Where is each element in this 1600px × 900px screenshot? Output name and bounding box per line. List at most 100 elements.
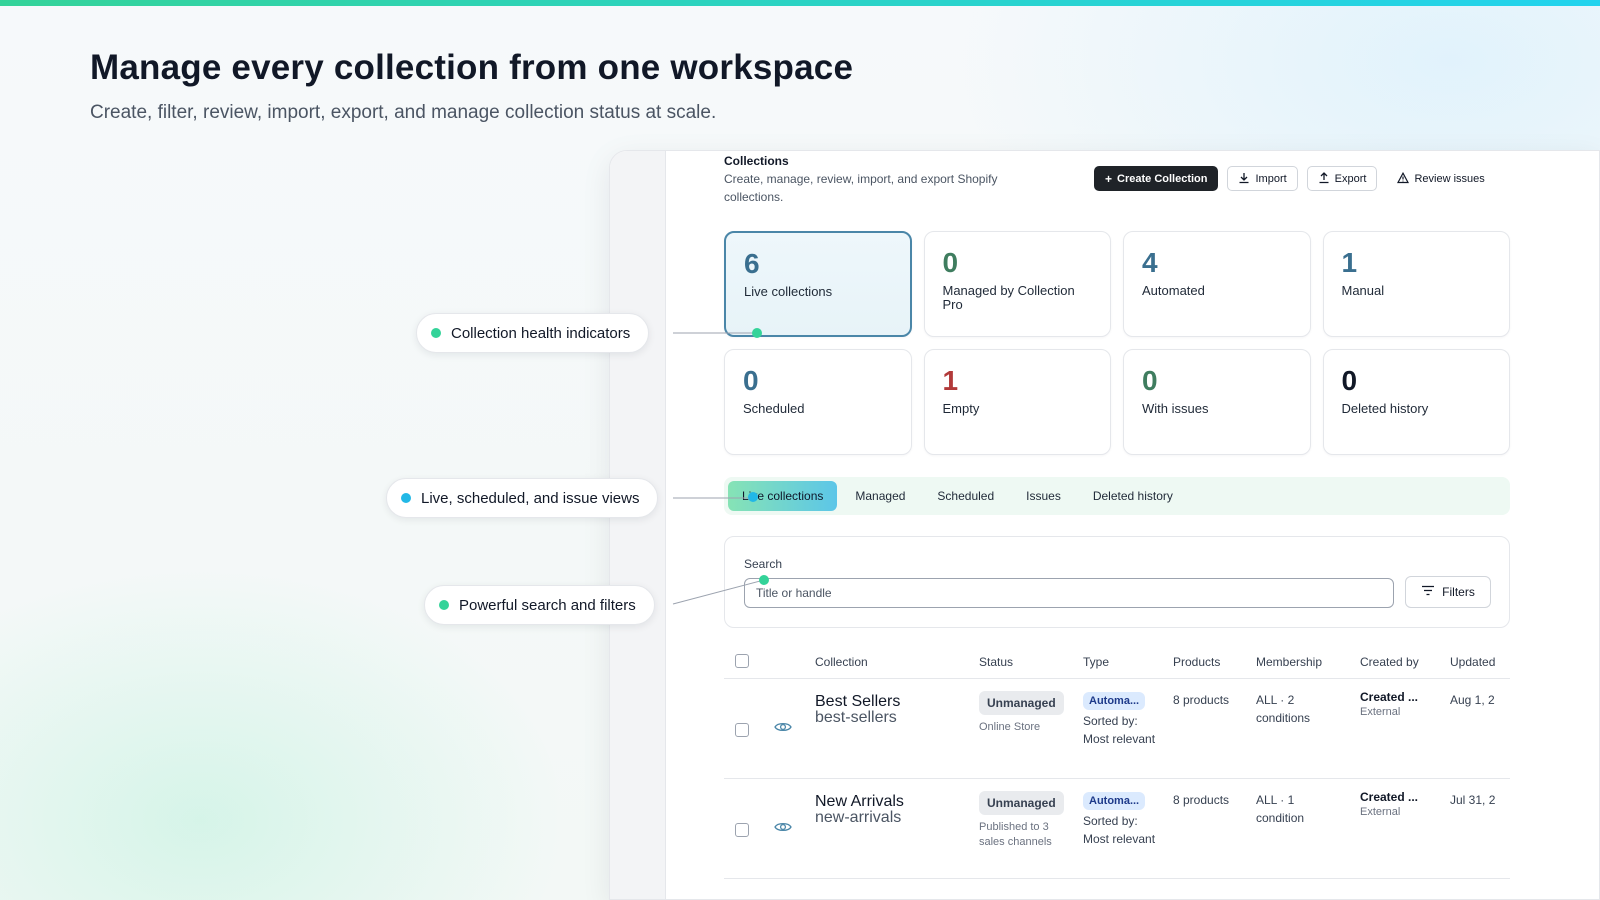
tab-live-collections[interactable]: Live collections (728, 481, 838, 511)
export-label: Export (1334, 172, 1367, 185)
collection-title: Best Sellers (815, 693, 901, 710)
stat-label: Automated (1142, 283, 1205, 298)
hero-title: Manage every collection from one workspa… (90, 48, 854, 87)
create-collection-label: Create Collection (1117, 172, 1208, 185)
export-button[interactable]: Export (1306, 166, 1378, 191)
collection-name-cell[interactable]: New Arrivals new-arrivals (815, 794, 904, 826)
membership-cell: ALL · 2 conditions (1256, 693, 1311, 725)
stat-value: 0 (743, 365, 759, 396)
stat-value: 1 (1341, 247, 1358, 278)
type-cell: Automa... Sorted by: Most relevant (1083, 692, 1159, 748)
upload-icon (1318, 171, 1330, 186)
hero-subtitle: Create, filter, review, import, export, … (90, 102, 717, 123)
warning-icon (1397, 171, 1410, 186)
created-by: Created ... (1360, 690, 1419, 704)
created-by-sub: External (1360, 706, 1401, 718)
create-collection-button[interactable]: + Create Collection (1094, 166, 1219, 191)
stat-card[interactable]: 0 Managed by Collection Pro (923, 231, 1111, 337)
table-header: Collection Status Type Products Membersh… (724, 644, 1510, 679)
created-by: Created ... (1360, 790, 1419, 804)
tab-scheduled[interactable]: Scheduled (923, 481, 1008, 511)
status-cell: Unmanaged Online Store (979, 691, 1075, 735)
stat-value: 6 (744, 248, 760, 279)
page-description: Create, manage, review, import, and expo… (724, 172, 998, 204)
stat-value: 0 (1142, 365, 1158, 396)
select-all-checkbox[interactable] (735, 654, 749, 668)
table-row[interactable]: Best Sellers best-sellers Unmanaged Online … (724, 679, 1510, 779)
collections-page: Collections Create, manage, review, impo… (666, 151, 1599, 899)
created-by-cell: Created ... External (1360, 690, 1440, 718)
column-created-by[interactable]: Created by (1360, 655, 1419, 669)
column-updated[interactable]: Updated (1450, 655, 1510, 669)
callout-dot (439, 600, 449, 610)
collection-handle: new-arrivals (815, 809, 902, 826)
column-type[interactable]: Type (1083, 655, 1109, 669)
column-collection[interactable]: Collection (815, 655, 868, 669)
filter-lines-icon (1421, 585, 1435, 599)
collection-name-cell[interactable]: Best Sellers best-sellers (815, 694, 900, 726)
page-title: Collections (724, 154, 789, 168)
stat-card[interactable]: 1 Manual (1322, 231, 1510, 337)
import-label: Import (1255, 172, 1287, 185)
stat-cards: 6 Live collections 0 Managed by Collection … (724, 231, 1510, 455)
row-checkbox[interactable] (735, 723, 749, 737)
filters-label: Filters (1442, 585, 1475, 599)
type-cell: Automa... Sorted by: Most relevant (1083, 792, 1159, 848)
table-body: Best Sellers best-sellers Unmanaged Online … (724, 679, 1510, 879)
tab-deleted-history[interactable]: Deleted history (1079, 481, 1187, 511)
column-products[interactable]: Products (1173, 655, 1220, 669)
callout-views: Live, scheduled, and issue views (386, 478, 659, 518)
app-window: Collections Create, manage, review, impo… (609, 150, 1600, 900)
search-panel: Search Filters (724, 536, 1510, 628)
updated-cell: Aug 1, 2 (1450, 693, 1495, 707)
view-tabs: Live collections Managed Scheduled Issues De… (724, 477, 1510, 515)
collection-handle: best-sellers (815, 709, 897, 726)
stat-label: With issues (1142, 401, 1209, 416)
callout-dot (401, 493, 411, 503)
review-issues-button[interactable]: Review issues (1386, 166, 1495, 191)
stat-card[interactable]: 4 Automated (1123, 231, 1311, 337)
type-badge: Automa... (1083, 792, 1146, 810)
products-cell: 8 products (1173, 793, 1230, 807)
stat-card[interactable]: 0 With issues (1123, 349, 1311, 455)
filters-button[interactable]: Filters (1405, 576, 1491, 608)
type-badge: Automa... (1083, 692, 1146, 710)
stat-value: 1 (942, 365, 959, 396)
membership-cell: ALL · 1 condition (1256, 793, 1305, 825)
created-by-cell: Created ... External (1360, 790, 1440, 818)
status-sub: Published to 3 sales channels (979, 821, 1052, 848)
download-icon (1238, 172, 1250, 186)
status-cell: Unmanaged Published to 3 sales channels (979, 791, 1075, 850)
products-cell: 8 products (1173, 693, 1230, 707)
type-sub: Sorted by: Most relevant (1083, 814, 1156, 846)
collection-title: New Arrivals (815, 793, 904, 810)
callout-label: Collection health indicators (451, 324, 631, 342)
callout-dot (431, 328, 441, 338)
table-row[interactable]: New Arrivals new-arrivals Unmanaged Publish… (724, 779, 1510, 879)
column-status[interactable]: Status (979, 655, 1013, 669)
search-label: Search (744, 557, 783, 571)
review-issues-label: Review issues (1414, 172, 1485, 185)
stat-label: Managed by Collection Pro (942, 283, 1075, 312)
callout-label: Live, scheduled, and issue views (421, 489, 640, 507)
tab-managed[interactable]: Managed (841, 481, 919, 511)
tab-issues[interactable]: Issues (1012, 481, 1075, 511)
stat-card[interactable]: 0 Scheduled (724, 349, 912, 455)
import-button[interactable]: Import (1227, 166, 1298, 191)
type-sub: Sorted by: Most relevant (1083, 714, 1156, 746)
column-membership[interactable]: Membership (1256, 655, 1322, 669)
page-actions: + Create Collection Import Export Review… (1094, 166, 1496, 191)
status-badge: Unmanaged (979, 791, 1064, 815)
collections-table: Collection Status Type Products Membersh… (724, 644, 1510, 879)
callout-label: Powerful search and filters (459, 596, 636, 614)
created-by-sub: External (1360, 806, 1401, 818)
eye-icon[interactable] (774, 821, 792, 836)
callout-search-filters: Powerful search and filters (424, 585, 655, 625)
stat-card[interactable]: 6 Live collections (724, 231, 912, 337)
row-checkbox[interactable] (735, 823, 749, 837)
stat-card[interactable]: 0 Deleted history (1322, 349, 1510, 455)
stat-value: 0 (942, 247, 959, 278)
stat-card[interactable]: 1 Empty (923, 349, 1111, 455)
search-input[interactable] (744, 578, 1394, 608)
eye-icon[interactable] (774, 721, 792, 736)
